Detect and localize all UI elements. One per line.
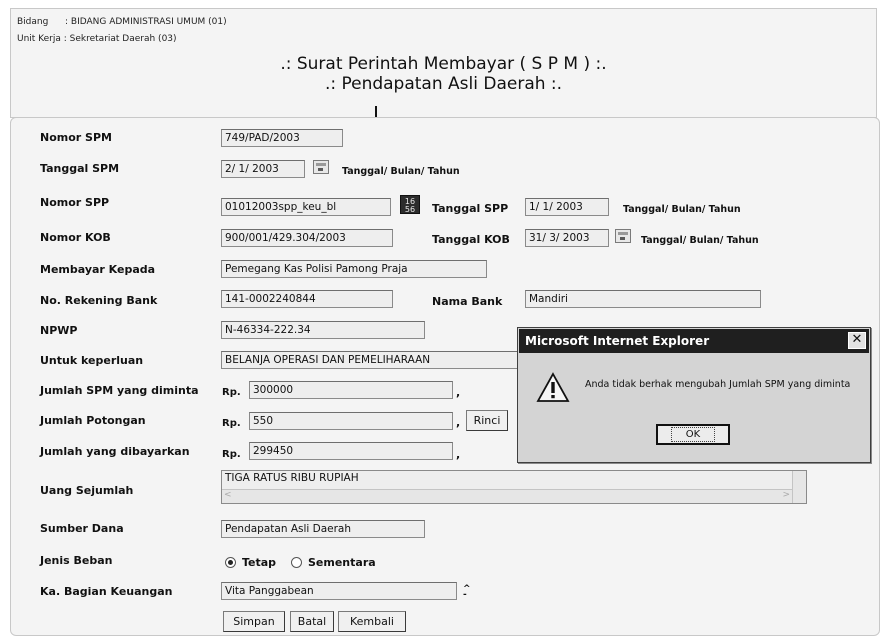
label-jumlah-potongan: Jumlah Potongan bbox=[40, 414, 146, 427]
batal-button[interactable]: Batal bbox=[290, 611, 334, 632]
ok-button[interactable]: OK bbox=[656, 424, 730, 445]
kembali-button[interactable]: Kembali bbox=[338, 611, 406, 632]
ok-button-label: OK bbox=[670, 427, 716, 442]
tanggal-spp-hint: Tanggal/ Bulan/ Tahun bbox=[623, 204, 741, 215]
label-ka-bagian: Ka. Bagian Keuangan bbox=[40, 585, 173, 598]
comma-separator: , bbox=[456, 386, 461, 399]
label-nomor-spm: Nomor SPM bbox=[40, 131, 112, 144]
radio-tetap-label: Tetap bbox=[242, 556, 277, 569]
jumlah-dibayarkan-field[interactable]: 299450 bbox=[249, 442, 453, 460]
page-title: .: Surat Perintah Membayar ( S P M ) :. bbox=[280, 54, 607, 74]
label-nomor-spp: Nomor SPP bbox=[40, 196, 110, 209]
currency-label: Rp. bbox=[222, 449, 241, 460]
label-tanggal-kob: Tanggal KOB bbox=[432, 233, 510, 246]
label-jumlah-dibayarkan: Jumlah yang dibayarkan bbox=[40, 445, 190, 458]
page-subtitle: .: Pendapatan Asli Daerah :. bbox=[324, 74, 563, 94]
tanggal-spm-hint: Tanggal/ Bulan/ Tahun bbox=[342, 166, 460, 177]
comma-separator: , bbox=[456, 416, 461, 429]
no-rekening-field[interactable]: 141-0002240844 bbox=[221, 290, 393, 308]
label-untuk-keperluan: Untuk keperluan bbox=[40, 354, 144, 367]
lookup-spp-icon[interactable]: 16 56 bbox=[400, 195, 420, 214]
scroll-right-icon[interactable]: > bbox=[782, 490, 790, 500]
dialog-title: Microsoft Internet Explorer bbox=[519, 329, 869, 353]
comma-separator: , bbox=[456, 448, 461, 461]
tanggal-spp-field[interactable]: 1/ 1/ 2003 bbox=[525, 198, 609, 216]
label-membayar-kepada: Membayar Kepada bbox=[40, 263, 156, 276]
nomor-spp-field[interactable]: 01012003spp_keu_bl bbox=[221, 198, 391, 216]
label-nama-bank: Nama Bank bbox=[432, 295, 503, 308]
nama-bank-field[interactable]: Mandiri bbox=[525, 290, 761, 308]
spinner-icon[interactable]: ^ - bbox=[463, 585, 471, 600]
scroll-left-icon[interactable]: < bbox=[224, 490, 232, 500]
label-tanggal-spm: Tanggal SPM bbox=[40, 162, 120, 175]
membayar-kepada-field[interactable]: Pemegang Kas Polisi Pamong Praja bbox=[221, 260, 487, 278]
warning-icon bbox=[536, 372, 570, 402]
nomor-spm-field[interactable]: 749/PAD/2003 bbox=[221, 129, 343, 147]
calendar-icon[interactable] bbox=[313, 160, 329, 174]
radio-tetap[interactable] bbox=[225, 557, 236, 568]
dialog-message: Anda tidak berhak mengubah Jumlah SPM ya… bbox=[585, 379, 851, 390]
untuk-keperluan-field[interactable]: BELANJA OPERASI DAN PEMELIHARAAN bbox=[221, 351, 521, 369]
vertical-scrollbar[interactable] bbox=[792, 471, 806, 503]
currency-label: Rp. bbox=[222, 418, 241, 429]
label-uang-sejumlah: Uang Sejumlah bbox=[40, 484, 134, 497]
label-jumlah-spm: Jumlah SPM yang diminta bbox=[40, 384, 199, 397]
jumlah-spm-field[interactable]: 300000 bbox=[249, 381, 453, 399]
tanggal-kob-hint: Tanggal/ Bulan/ Tahun bbox=[641, 235, 759, 246]
page-header: Bidang: BIDANG ADMINISTRASI UMUM (01) Un… bbox=[10, 8, 877, 118]
sumber-dana-field[interactable]: Pendapatan Asli Daerah bbox=[221, 520, 425, 538]
label-nomor-kob: Nomor KOB bbox=[40, 231, 111, 244]
tanggal-kob-field[interactable]: 31/ 3/ 2003 bbox=[525, 229, 609, 247]
npwp-field[interactable]: N-46334-222.34 bbox=[221, 321, 425, 339]
currency-label: Rp. bbox=[222, 387, 241, 398]
nomor-kob-field[interactable]: 900/001/429.304/2003 bbox=[221, 229, 393, 247]
horizontal-scrollbar[interactable]: < > bbox=[222, 489, 792, 503]
radio-sementara[interactable] bbox=[291, 557, 302, 568]
uang-sejumlah-textarea[interactable]: TIGA RATUS RIBU RUPIAH < > bbox=[221, 470, 807, 504]
bidang-info: Bidang: BIDANG ADMINISTRASI UMUM (01) bbox=[17, 17, 227, 27]
radio-sementara-label: Sementara bbox=[308, 556, 376, 569]
tanggal-spm-field[interactable]: 2/ 1/ 2003 bbox=[221, 160, 305, 178]
ka-bagian-field[interactable]: Vita Panggabean bbox=[221, 582, 457, 600]
label-sumber-dana: Sumber Dana bbox=[40, 522, 124, 535]
simpan-button[interactable]: Simpan bbox=[223, 611, 285, 632]
jumlah-potongan-field[interactable]: 550 bbox=[249, 412, 453, 430]
close-icon[interactable]: ✕ bbox=[848, 332, 866, 349]
alert-dialog: Microsoft Internet Explorer ✕ Anda tidak… bbox=[517, 327, 871, 463]
unit-kerja-info: Unit Kerja : Sekretariat Daerah (03) bbox=[17, 34, 177, 44]
label-tanggal-spp: Tanggal SPP bbox=[432, 202, 509, 215]
label-no-rekening: No. Rekening Bank bbox=[40, 294, 158, 307]
label-jenis-beban: Jenis Beban bbox=[40, 554, 113, 567]
uang-sejumlah-text: TIGA RATUS RIBU RUPIAH bbox=[225, 472, 359, 484]
calendar-icon[interactable] bbox=[615, 229, 631, 243]
label-npwp: NPWP bbox=[40, 324, 78, 337]
rinci-button[interactable]: Rinci bbox=[466, 410, 508, 431]
